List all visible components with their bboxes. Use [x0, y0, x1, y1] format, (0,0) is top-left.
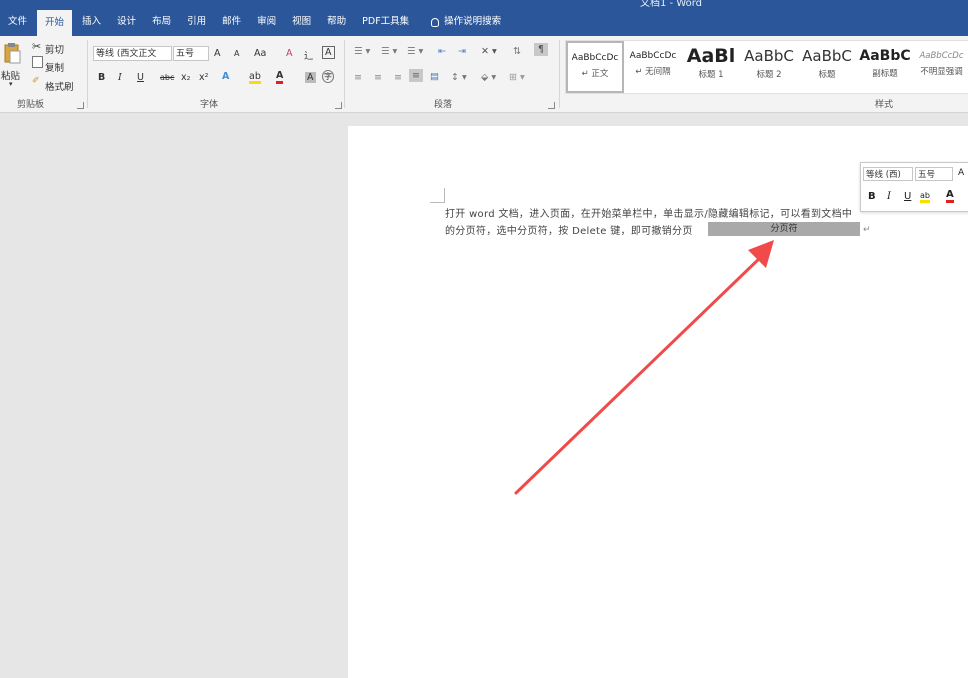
- tab-insert[interactable]: 插入: [74, 8, 109, 36]
- grow-font-button[interactable]: A: [214, 48, 221, 59]
- style-subtitle[interactable]: AaBbC 副标题: [856, 41, 914, 93]
- show-hide-marks-button[interactable]: ¶: [534, 43, 549, 56]
- paragraph-launcher[interactable]: [548, 102, 555, 109]
- align-left-button[interactable]: ≡: [354, 72, 362, 83]
- ribbon-home: 粘贴 ▾ ✂ 剪切 复制 ✐ 格式刷 剪贴板 等线 (西文正文 五号 A A A…: [0, 36, 968, 113]
- font-group-label: 字体: [200, 100, 219, 110]
- paragraph-group-label: 段落: [434, 100, 453, 110]
- style-heading-1[interactable]: AaBl 标题 1: [682, 41, 740, 93]
- mini-font-dropdown[interactable]: 等线 (西): [863, 167, 913, 181]
- bullets-button[interactable]: ☰ ▾: [354, 46, 370, 57]
- paste-dropdown[interactable]: ▾: [9, 80, 13, 88]
- character-shading-button[interactable]: A: [305, 72, 316, 83]
- mini-toolbar: 等线 (西) 五号 A B I U ab A: [860, 162, 968, 212]
- underline-button[interactable]: U: [137, 72, 144, 83]
- workspace-background: [0, 113, 348, 678]
- paragraph-mark-icon: ↵: [863, 225, 871, 235]
- format-painter-icon: ✐: [32, 76, 40, 86]
- mini-highlight-button[interactable]: ab: [920, 191, 930, 203]
- subscript-button[interactable]: x₂: [181, 72, 190, 83]
- format-painter-button[interactable]: 格式刷: [45, 79, 74, 93]
- mini-italic-button[interactable]: I: [887, 191, 891, 202]
- window-title: 文档1 - Word: [640, 0, 703, 8]
- style-heading-2[interactable]: AaBbC 标题 2: [740, 41, 798, 93]
- enclose-characters-button[interactable]: 字: [322, 70, 334, 83]
- character-border-button[interactable]: A: [322, 46, 335, 59]
- divider: [559, 40, 560, 108]
- tab-review[interactable]: 审阅: [249, 8, 284, 36]
- styles-group-label: 样式: [875, 100, 894, 110]
- tab-view[interactable]: 视图: [284, 8, 319, 36]
- distributed-button[interactable]: ▤: [430, 71, 439, 82]
- tab-mailings[interactable]: 邮件: [214, 8, 249, 36]
- divider: [87, 40, 88, 108]
- increase-indent-button[interactable]: ⇥: [458, 46, 466, 57]
- mini-grow-font-button[interactable]: A: [958, 168, 964, 178]
- paste-icon[interactable]: [3, 42, 21, 64]
- decrease-indent-button[interactable]: ⇤: [438, 46, 446, 57]
- copy-button[interactable]: 复制: [45, 60, 64, 74]
- borders-button[interactable]: ⊞ ▾: [509, 72, 525, 83]
- styles-gallery: AaBbCcDc ↵ 正文 AaBbCcDc ↵ 无间隔 AaBl 标题 1 A…: [565, 40, 968, 94]
- text-effects-button[interactable]: A: [222, 71, 229, 82]
- justify-button[interactable]: ≡: [409, 69, 423, 82]
- ribbon-tabs: 文件 开始 插入 设计 布局 引用 邮件 审阅 视图 帮助 PDF工具集 操作说…: [0, 8, 968, 36]
- tab-design[interactable]: 设计: [109, 8, 144, 36]
- tab-references[interactable]: 引用: [179, 8, 214, 36]
- change-case-button[interactable]: Aa: [254, 48, 266, 59]
- clipboard-group-label: 剪贴板: [17, 100, 45, 110]
- shrink-font-button[interactable]: A: [234, 49, 239, 58]
- margin-corner-mark: [430, 188, 445, 203]
- bold-button[interactable]: B: [98, 72, 105, 83]
- style-no-spacing[interactable]: AaBbCcDc ↵ 无间隔: [624, 41, 682, 93]
- italic-button[interactable]: I: [118, 72, 122, 83]
- phonetic-guide-button[interactable]: ⻌: [304, 48, 314, 62]
- style-subtle-emphasis[interactable]: AaBbCcDc 不明显强调: [914, 41, 968, 93]
- strikethrough-button[interactable]: abc: [160, 73, 174, 82]
- divider: [344, 40, 345, 108]
- tab-help[interactable]: 帮助: [319, 8, 354, 36]
- multilevel-list-button[interactable]: ☰ ▾: [407, 46, 423, 57]
- shading-button[interactable]: ⬙ ▾: [481, 72, 496, 83]
- numbering-button[interactable]: ☰ ▾: [381, 46, 397, 57]
- red-arrow-annotation: [514, 240, 774, 495]
- chinese-layout-button[interactable]: ✕ ▾: [481, 46, 497, 57]
- highlight-button[interactable]: ab: [249, 72, 261, 84]
- font-launcher[interactable]: [335, 102, 342, 109]
- tell-me-label: 操作说明搜索: [444, 16, 502, 27]
- title-bar: 文档1 - Word: [0, 0, 968, 8]
- superscript-button[interactable]: x²: [199, 72, 208, 83]
- align-right-button[interactable]: ≡: [394, 72, 402, 83]
- font-color-button[interactable]: A: [276, 70, 284, 84]
- lightbulb-icon: [431, 17, 440, 27]
- scissors-icon: ✂: [32, 40, 42, 53]
- tab-layout[interactable]: 布局: [144, 8, 179, 36]
- clipboard-launcher[interactable]: [77, 102, 84, 109]
- font-name-dropdown[interactable]: 等线 (西文正文: [93, 46, 172, 61]
- document-text-line-1[interactable]: 打开 word 文档，进入页面，在开始菜单栏中，单击显示/隐藏编辑标记，可以看到…: [445, 205, 852, 220]
- mini-bold-button[interactable]: B: [868, 191, 876, 202]
- font-size-dropdown[interactable]: 五号: [173, 46, 209, 61]
- style-title[interactable]: AaBbC 标题: [798, 41, 856, 93]
- mini-font-color-button[interactable]: A: [946, 189, 954, 203]
- tell-me-search[interactable]: 操作说明搜索: [417, 8, 509, 36]
- copy-icon: [32, 56, 43, 68]
- align-center-button[interactable]: ≡: [374, 72, 382, 83]
- sort-button[interactable]: ⇅: [513, 46, 521, 57]
- tab-file[interactable]: 文件: [0, 8, 35, 36]
- mini-underline-button[interactable]: U: [904, 191, 911, 202]
- clear-formatting-button[interactable]: A: [286, 48, 293, 59]
- mini-size-dropdown[interactable]: 五号: [915, 167, 953, 181]
- tab-home[interactable]: 开始: [37, 10, 73, 36]
- line-spacing-button[interactable]: ↕ ▾: [451, 72, 467, 83]
- style-normal[interactable]: AaBbCcDc ↵ 正文: [566, 41, 624, 93]
- cut-button[interactable]: 剪切: [45, 42, 64, 56]
- tab-pdf-tools[interactable]: PDF工具集: [354, 8, 417, 36]
